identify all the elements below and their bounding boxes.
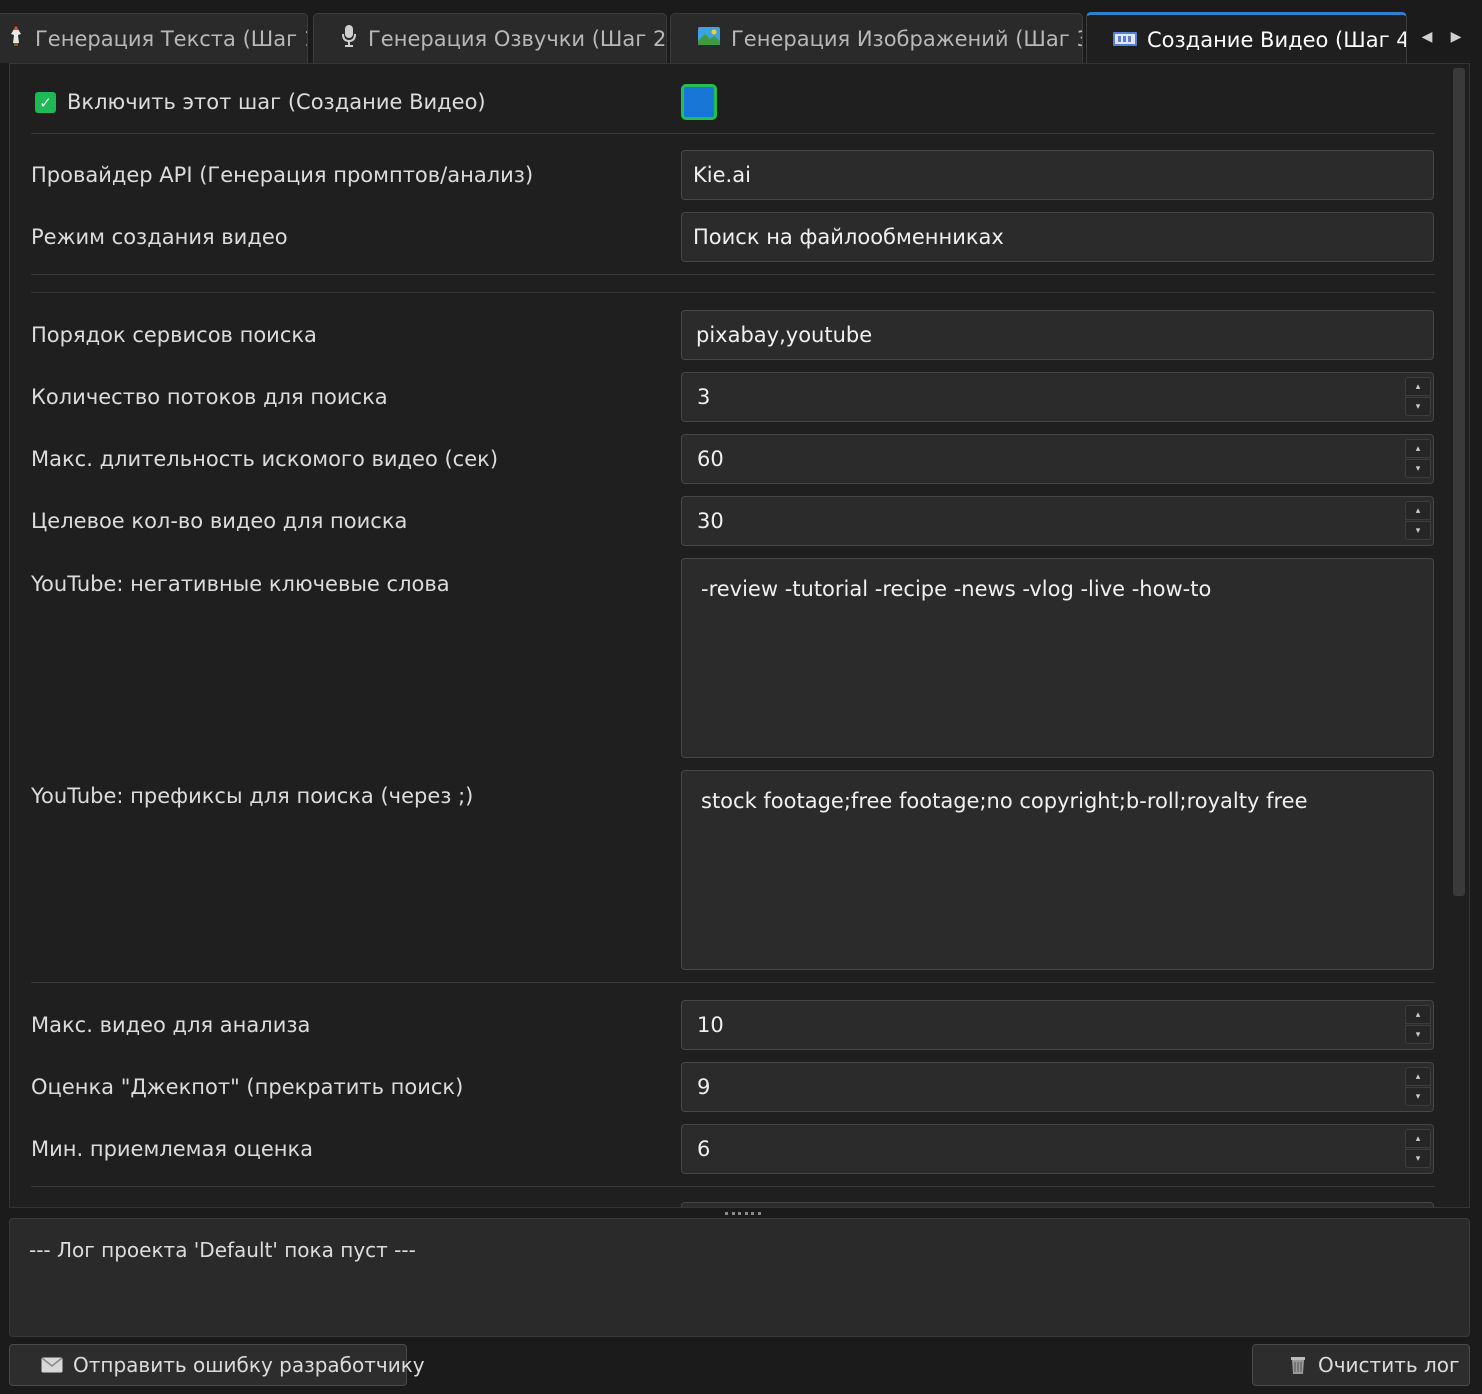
video-step-settings-panel: ✓ Включить этот шаг (Создание Видео) Про… xyxy=(9,63,1470,1208)
spin-up-button[interactable]: ▴ xyxy=(1405,501,1431,520)
tab-label: Генерация Озвучки (Шаг 2) xyxy=(368,26,667,51)
vertical-scrollbar[interactable] xyxy=(1453,68,1465,1203)
spin-up-button[interactable]: ▴ xyxy=(1405,377,1431,396)
next-field-partial[interactable] xyxy=(681,1202,1434,1207)
report-error-button[interactable]: Отправить ошибку разработчику xyxy=(9,1344,425,1386)
max-duration-label: Макс. длительность искомого видео (сек) xyxy=(31,447,499,471)
yt-prefixes-textarea[interactable]: stock footage;free footage;no copyright;… xyxy=(681,770,1434,970)
max-analyze-value[interactable]: 10 xyxy=(697,1001,724,1049)
spin-buttons: ▴ ▾ xyxy=(1405,1067,1431,1107)
separator xyxy=(31,133,1435,134)
tab-video-creation[interactable]: Создание Видео (Шаг 4) xyxy=(1086,12,1407,64)
spin-buttons: ▴ ▾ xyxy=(1405,501,1431,541)
arrow-down-icon: ▾ xyxy=(1415,1153,1421,1164)
spin-buttons: ▴ ▾ xyxy=(1405,1005,1431,1045)
chevron-left-icon: ◀ xyxy=(1421,29,1433,45)
project-log[interactable]: --- Лог проекта 'Default' пока пуст --- xyxy=(9,1218,1470,1337)
separator xyxy=(31,274,1435,275)
log-text: --- Лог проекта 'Default' пока пуст --- xyxy=(29,1238,416,1262)
max-analyze-label: Макс. видео для анализа xyxy=(31,1013,311,1037)
arrow-down-icon: ▾ xyxy=(1415,1029,1421,1040)
arrow-up-icon: ▴ xyxy=(1415,1133,1421,1144)
spin-up-button[interactable]: ▴ xyxy=(1405,1067,1431,1086)
arrow-down-icon: ▾ xyxy=(1415,401,1421,412)
api-provider-label: Провайдер API (Генерация промптов/анализ… xyxy=(31,163,534,187)
spin-down-button[interactable]: ▾ xyxy=(1405,521,1431,540)
report-error-label: Отправить ошибку разработчику xyxy=(73,1353,425,1377)
yt-negative-textarea[interactable]: -review -tutorial -recipe -news -vlog -l… xyxy=(681,558,1434,758)
separator xyxy=(31,982,1435,983)
jackpot-spinbox[interactable]: 9 ▴ ▾ xyxy=(681,1062,1434,1112)
spin-up-button[interactable]: ▴ xyxy=(1405,1005,1431,1024)
spin-down-button[interactable]: ▾ xyxy=(1405,1087,1431,1106)
arrow-down-icon: ▾ xyxy=(1415,525,1421,536)
tab-image-generation[interactable]: Генерация Изображений (Шаг 3) xyxy=(670,13,1083,63)
arrow-up-icon: ▴ xyxy=(1415,1071,1421,1082)
spin-buttons: ▴ ▾ xyxy=(1405,1129,1431,1169)
clear-log-button[interactable]: Очистить лог xyxy=(1252,1344,1470,1386)
spin-up-button[interactable]: ▴ xyxy=(1405,1129,1431,1148)
yt-negative-label: YouTube: негативные ключевые слова xyxy=(31,572,450,596)
chevron-right-icon: ▶ xyxy=(1450,29,1462,45)
arrow-up-icon: ▴ xyxy=(1415,505,1421,516)
quill-icon xyxy=(7,25,25,52)
max-analyze-spinbox[interactable]: 10 ▴ ▾ xyxy=(681,1000,1434,1050)
target-count-label: Целевое кол-во видео для поиска xyxy=(31,509,408,533)
video-mode-label: Режим создания видео xyxy=(31,225,288,249)
spin-down-button[interactable]: ▾ xyxy=(1405,1025,1431,1044)
film-icon xyxy=(1113,28,1137,52)
clear-log-label: Очистить лог xyxy=(1318,1353,1460,1377)
max-duration-spinbox[interactable]: 60 ▴ ▾ xyxy=(681,434,1434,484)
target-count-spinbox[interactable]: 30 ▴ ▾ xyxy=(681,496,1434,546)
spin-buttons: ▴ ▾ xyxy=(1405,377,1431,417)
enable-step-checkbox[interactable]: ✓ xyxy=(35,92,56,113)
trash-icon xyxy=(1288,1355,1308,1375)
min-score-value[interactable]: 6 xyxy=(697,1125,710,1173)
tab-voice-generation[interactable]: Генерация Озвучки (Шаг 2) xyxy=(313,13,667,63)
splitter-handle[interactable] xyxy=(725,1210,761,1216)
target-count-value[interactable]: 30 xyxy=(697,497,724,545)
spin-down-button[interactable]: ▾ xyxy=(1405,459,1431,478)
tab-scroll-right-button[interactable]: ▶ xyxy=(1445,22,1467,52)
microphone-icon xyxy=(340,24,358,53)
jackpot-value[interactable]: 9 xyxy=(697,1063,710,1111)
max-duration-value[interactable]: 60 xyxy=(697,435,724,483)
separator xyxy=(31,1186,1435,1187)
separator xyxy=(31,292,1435,293)
arrow-up-icon: ▴ xyxy=(1415,1009,1421,1020)
tab-scroll-left-button[interactable]: ◀ xyxy=(1416,22,1438,52)
search-order-input[interactable]: pixabay,youtube xyxy=(681,310,1434,360)
arrow-up-icon: ▴ xyxy=(1415,443,1421,454)
tab-text-generation[interactable]: Генерация Текста (Шаг 1) xyxy=(0,13,308,63)
yt-prefixes-label: YouTube: префиксы для поиска (через ;) xyxy=(31,784,474,808)
spin-buttons: ▴ ▾ xyxy=(1405,439,1431,479)
envelope-icon xyxy=(41,1357,63,1373)
tab-label: Создание Видео (Шаг 4) xyxy=(1147,27,1407,52)
scrollbar-thumb[interactable] xyxy=(1453,68,1465,896)
min-score-spinbox[interactable]: 6 ▴ ▾ xyxy=(681,1124,1434,1174)
threads-value[interactable]: 3 xyxy=(697,373,710,421)
api-provider-select[interactable]: Kie.ai xyxy=(681,150,1434,200)
threads-label: Количество потоков для поиска xyxy=(31,385,388,409)
spin-up-button[interactable]: ▴ xyxy=(1405,439,1431,458)
tab-label: Генерация Текста (Шаг 1) xyxy=(35,26,308,51)
video-mode-select[interactable]: Поиск на файлообменниках xyxy=(681,212,1434,262)
threads-spinbox[interactable]: 3 ▴ ▾ xyxy=(681,372,1434,422)
step-color-button[interactable] xyxy=(681,84,717,120)
search-order-label: Порядок сервисов поиска xyxy=(31,323,317,347)
spin-down-button[interactable]: ▾ xyxy=(1405,397,1431,416)
arrow-down-icon: ▾ xyxy=(1415,463,1421,474)
min-score-label: Мин. приемлемая оценка xyxy=(31,1137,314,1161)
tab-label: Генерация Изображений (Шаг 3) xyxy=(731,26,1083,51)
checkmark-icon: ✓ xyxy=(39,93,52,112)
spin-down-button[interactable]: ▾ xyxy=(1405,1149,1431,1168)
enable-step-label[interactable]: Включить этот шаг (Создание Видео) xyxy=(67,90,486,114)
jackpot-label: Оценка "Джекпот" (прекратить поиск) xyxy=(31,1075,464,1099)
arrow-up-icon: ▴ xyxy=(1415,381,1421,392)
tab-bar: Генерация Текста (Шаг 1) Генерация Озвуч… xyxy=(0,0,1482,64)
arrow-down-icon: ▾ xyxy=(1415,1091,1421,1102)
picture-icon xyxy=(697,26,721,51)
